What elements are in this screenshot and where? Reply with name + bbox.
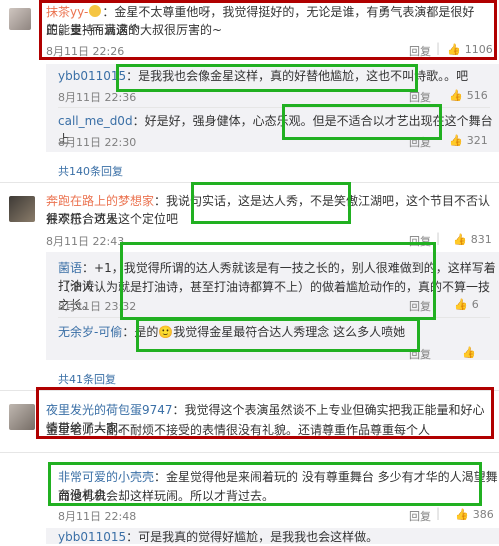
separator: |	[436, 231, 441, 245]
highlight-box-green	[136, 318, 420, 352]
thumb-up-icon: 👍	[453, 233, 467, 246]
thumb-up-icon: 👍	[454, 298, 468, 311]
highlight-box-green	[191, 182, 351, 224]
avatar[interactable]	[9, 404, 35, 430]
like-button[interactable]: 👍 6	[454, 298, 479, 311]
highlight-box-green	[116, 64, 418, 92]
more-replies-link[interactable]: 共41条回复	[58, 371, 116, 387]
reply-user[interactable]: ybb011015	[58, 530, 126, 544]
comment-text-line2: 并不符合达人这个定位吧	[46, 212, 179, 226]
reply-time: 8月11日 22:30	[58, 136, 137, 149]
reply-button[interactable]: 回复	[409, 508, 431, 524]
separator: |	[436, 506, 441, 520]
highlight-box-red	[39, 0, 497, 60]
like-button[interactable]: 👍 321	[449, 134, 488, 147]
thumb-up-icon: 👍	[449, 134, 463, 147]
reply-user[interactable]: 菌语	[58, 261, 82, 275]
divider	[0, 452, 499, 453]
like-button[interactable]: 👍 516	[449, 89, 488, 102]
reply-text: ybb011015：可是我真的觉得好尴尬，是我我也会这样做。	[58, 530, 379, 544]
like-button[interactable]: 👍 831	[453, 233, 492, 246]
like-button[interactable]: 👍 386	[455, 508, 494, 521]
thumb-up-icon: 👍	[455, 508, 469, 521]
thumb-up-icon: 👍	[462, 346, 476, 359]
highlight-box-red	[36, 387, 494, 439]
comment-time: 8月11日 22:48	[58, 510, 137, 523]
comment-time: 8月11日 22:43	[46, 235, 125, 248]
avatar[interactable]	[9, 196, 35, 222]
highlight-box-green	[120, 242, 436, 320]
like-button[interactable]: 👍	[462, 346, 476, 359]
highlight-box-green	[48, 462, 482, 506]
reply-user[interactable]: call_me_d0d	[58, 114, 133, 128]
more-replies-link[interactable]: 共140条回复	[58, 163, 123, 179]
avatar[interactable]	[9, 8, 31, 30]
comment-user[interactable]: 奔跑在路上的梦想家	[46, 194, 154, 208]
highlight-box-green	[282, 104, 442, 140]
reply-user[interactable]: 无余岁-可偷	[58, 325, 122, 339]
thumb-up-icon: 👍	[449, 89, 463, 102]
